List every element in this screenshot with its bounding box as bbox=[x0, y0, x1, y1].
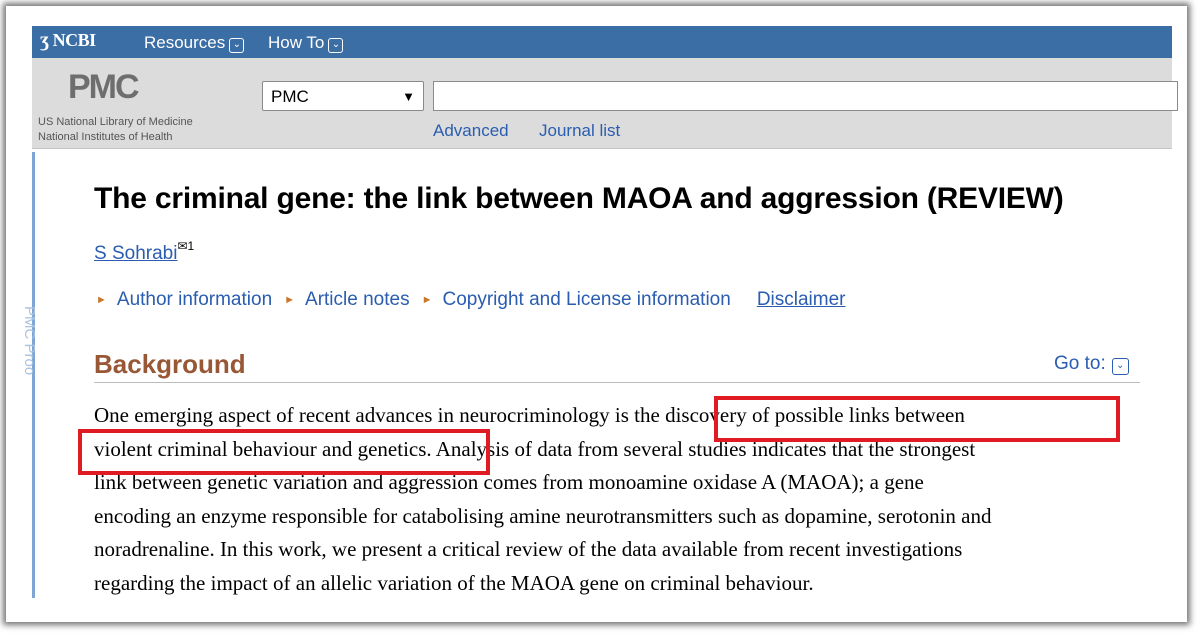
triangle-right-icon: ► bbox=[421, 294, 433, 306]
abstract-line: regarding the impact of an allelic varia… bbox=[94, 570, 814, 595]
ncbi-swirl-icon: ʒ bbox=[40, 29, 49, 51]
pmc-logo[interactable]: PMC bbox=[68, 68, 140, 107]
article-notes-link[interactable]: Article notes bbox=[305, 289, 410, 310]
abstract-line: encoding an enzyme responsible for catab… bbox=[94, 503, 992, 528]
journal-list-link[interactable]: Journal list bbox=[539, 121, 620, 141]
highlight-box bbox=[78, 429, 490, 475]
triangle-right-icon: ► bbox=[284, 294, 296, 306]
screenshot-frame: ʒ NCBI Resources ⌄ How To ⌄ PMC US National… bbox=[6, 6, 1187, 622]
chevron-down-icon: ▼ bbox=[402, 89, 415, 104]
nlm-nih-label: US National Library of Medicine National… bbox=[38, 116, 193, 143]
email-icon[interactable]: ✉ bbox=[177, 239, 187, 253]
side-vertical-label: PMC Proo bbox=[21, 306, 38, 376]
resources-menu[interactable]: Resources ⌄ bbox=[144, 33, 245, 53]
article-info-links: ► Author information ► Article notes ► Copyri… bbox=[96, 289, 846, 311]
section-heading: Background bbox=[94, 349, 246, 379]
disclaimer-link[interactable]: Disclaimer bbox=[757, 289, 846, 310]
chevron-down-icon: ⌄ bbox=[1111, 358, 1129, 375]
ncbi-top-bar: ʒ NCBI Resources ⌄ How To ⌄ bbox=[32, 26, 1172, 58]
triangle-right-icon: ► bbox=[96, 294, 107, 306]
advanced-search-link[interactable]: Advanced bbox=[433, 121, 509, 141]
copyright-license-link[interactable]: Copyright and License information bbox=[442, 289, 730, 310]
ncbi-logo[interactable]: ʒ NCBI bbox=[40, 29, 96, 52]
database-select[interactable]: PMC ▼ bbox=[262, 81, 424, 111]
author-information-link[interactable]: Author information bbox=[117, 289, 272, 310]
chevron-down-icon: ⌄ bbox=[229, 38, 245, 53]
chevron-down-icon: ⌄ bbox=[328, 38, 344, 53]
author-link[interactable]: S Sohrabi bbox=[94, 243, 177, 264]
abstract-line: noradrenaline. In this work, we present … bbox=[94, 537, 963, 562]
section-divider bbox=[94, 382, 1140, 383]
highlight-box bbox=[714, 396, 1120, 442]
how-to-menu[interactable]: How To ⌄ bbox=[268, 33, 344, 53]
search-input[interactable] bbox=[433, 81, 1178, 111]
article-title: The criminal gene: the link between MAOA… bbox=[94, 182, 1064, 215]
goto-menu[interactable]: Go to: ⌄ bbox=[1054, 353, 1129, 375]
pmc-header: PMC US National Library of Medicine Nati… bbox=[32, 58, 1178, 149]
author-line: S Sohrabi✉1 bbox=[94, 239, 195, 264]
